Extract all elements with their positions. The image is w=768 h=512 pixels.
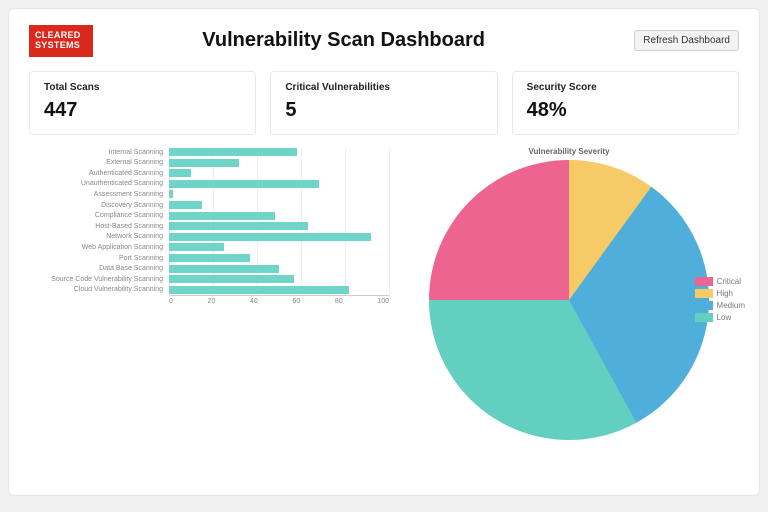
bar-label: Host-Based Scanning xyxy=(29,223,169,230)
card-label: Total Scans xyxy=(44,82,241,93)
bar-label: Cloud Vulnerability Scanning xyxy=(29,286,169,293)
bar-fill xyxy=(169,222,308,230)
bar-label: Network Scanning xyxy=(29,233,169,240)
legend-swatch xyxy=(695,301,713,310)
card-label: Security Score xyxy=(527,82,724,93)
x-tick: 100 xyxy=(377,298,389,305)
bar-row: Discovery Scanning xyxy=(29,200,389,211)
bar-row: Assessment Scanning xyxy=(29,189,389,200)
bar-fill xyxy=(169,180,319,188)
x-tick: 80 xyxy=(335,298,343,305)
bar-track xyxy=(169,275,389,283)
x-tick: 20 xyxy=(208,298,216,305)
charts-row: Internal Scanning External Scanning Authen… xyxy=(29,147,739,440)
bar-label: Compliance Scanning xyxy=(29,212,169,219)
bar-fill xyxy=(169,286,349,294)
bar-row: Authenticated Scanning xyxy=(29,168,389,179)
bar-row: External Scanning xyxy=(29,157,389,168)
bar-track xyxy=(169,286,389,294)
card-value: 5 xyxy=(285,99,482,122)
card-security-score: Security Score 48% xyxy=(512,71,739,135)
legend-swatch xyxy=(695,277,713,286)
bar-fill xyxy=(169,265,279,273)
bar-label: Unauthenticated Scanning xyxy=(29,180,169,187)
header: CLEARED SYSTEMS Vulnerability Scan Dashb… xyxy=(29,25,739,57)
summary-cards: Total Scans 447 Critical Vulnerabilities… xyxy=(29,71,739,135)
bar-track xyxy=(169,148,389,156)
bar-row: Host-Based Scanning xyxy=(29,221,389,232)
severity-pie-chart: Vulnerability Severity CriticalHighMediu… xyxy=(399,147,739,440)
card-critical: Critical Vulnerabilities 5 xyxy=(270,71,497,135)
bar-fill xyxy=(169,159,239,167)
bar-track xyxy=(169,243,389,251)
pie-legend: Critical High Medium Low xyxy=(695,277,745,325)
legend-item: Medium xyxy=(695,301,745,310)
scan-types-bar-chart: Internal Scanning External Scanning Authen… xyxy=(29,147,389,440)
x-tick: 60 xyxy=(292,298,300,305)
bar-fill xyxy=(169,212,275,220)
bar-track xyxy=(169,212,389,220)
legend-label: Critical xyxy=(717,277,741,286)
bar-row: Port Scanning xyxy=(29,253,389,264)
bar-row: Data Base Scanning xyxy=(29,263,389,274)
page-title: Vulnerability Scan Dashboard xyxy=(53,29,634,52)
bar-track xyxy=(169,159,389,167)
bar-track xyxy=(169,254,389,262)
bar-track xyxy=(169,201,389,209)
legend-item: Critical xyxy=(695,277,745,286)
bar-track xyxy=(169,265,389,273)
legend-swatch xyxy=(695,289,713,298)
legend-item: High xyxy=(695,289,745,298)
bar-row: Network Scanning xyxy=(29,232,389,243)
bar-track xyxy=(169,233,389,241)
bar-label: Authenticated Scanning xyxy=(29,170,169,177)
x-tick: 40 xyxy=(250,298,258,305)
bar-track xyxy=(169,190,389,198)
bar-row: Source Code Vulnerability Scanning xyxy=(29,274,389,285)
bar-label: Port Scanning xyxy=(29,255,169,262)
bar-track xyxy=(169,169,389,177)
card-label: Critical Vulnerabilities xyxy=(285,82,482,93)
dashboard-container: CLEARED SYSTEMS Vulnerability Scan Dashb… xyxy=(8,8,760,496)
bar-fill xyxy=(169,243,224,251)
card-total-scans: Total Scans 447 xyxy=(29,71,256,135)
bar-label: Internal Scanning xyxy=(29,149,169,156)
pie-graphic xyxy=(429,160,709,440)
bar-track xyxy=(169,222,389,230)
bar-label: Discovery Scanning xyxy=(29,202,169,209)
bar-fill xyxy=(169,275,294,283)
bar-row: Compliance Scanning xyxy=(29,210,389,221)
legend-label: High xyxy=(717,289,733,298)
bar-fill xyxy=(169,148,297,156)
bar-fill xyxy=(169,233,371,241)
x-axis: 0 20 40 60 80 100 xyxy=(169,295,389,305)
card-value: 48% xyxy=(527,99,724,122)
bar-row: Web Application Scanning xyxy=(29,242,389,253)
bar-label: Data Base Scanning xyxy=(29,265,169,272)
bar-label: Source Code Vulnerability Scanning xyxy=(29,276,169,283)
card-value: 447 xyxy=(44,99,241,122)
refresh-button[interactable]: Refresh Dashboard xyxy=(634,30,739,51)
bar-label: External Scanning xyxy=(29,159,169,166)
bar-row: Unauthenticated Scanning xyxy=(29,179,389,190)
bar-fill xyxy=(169,190,173,198)
bar-area: Internal Scanning External Scanning Authen… xyxy=(29,147,389,295)
bar-fill xyxy=(169,169,191,177)
legend-label: Low xyxy=(717,313,732,322)
bar-row: Internal Scanning xyxy=(29,147,389,158)
legend-label: Medium xyxy=(717,301,745,310)
legend-swatch xyxy=(695,313,713,322)
bar-fill xyxy=(169,254,250,262)
bar-label: Web Application Scanning xyxy=(29,244,169,251)
bar-fill xyxy=(169,201,202,209)
x-tick: 0 xyxy=(169,298,173,305)
pie-title: Vulnerability Severity xyxy=(399,147,739,156)
bar-row: Cloud Vulnerability Scanning xyxy=(29,285,389,296)
legend-item: Low xyxy=(695,313,745,322)
bar-label: Assessment Scanning xyxy=(29,191,169,198)
bar-track xyxy=(169,180,389,188)
